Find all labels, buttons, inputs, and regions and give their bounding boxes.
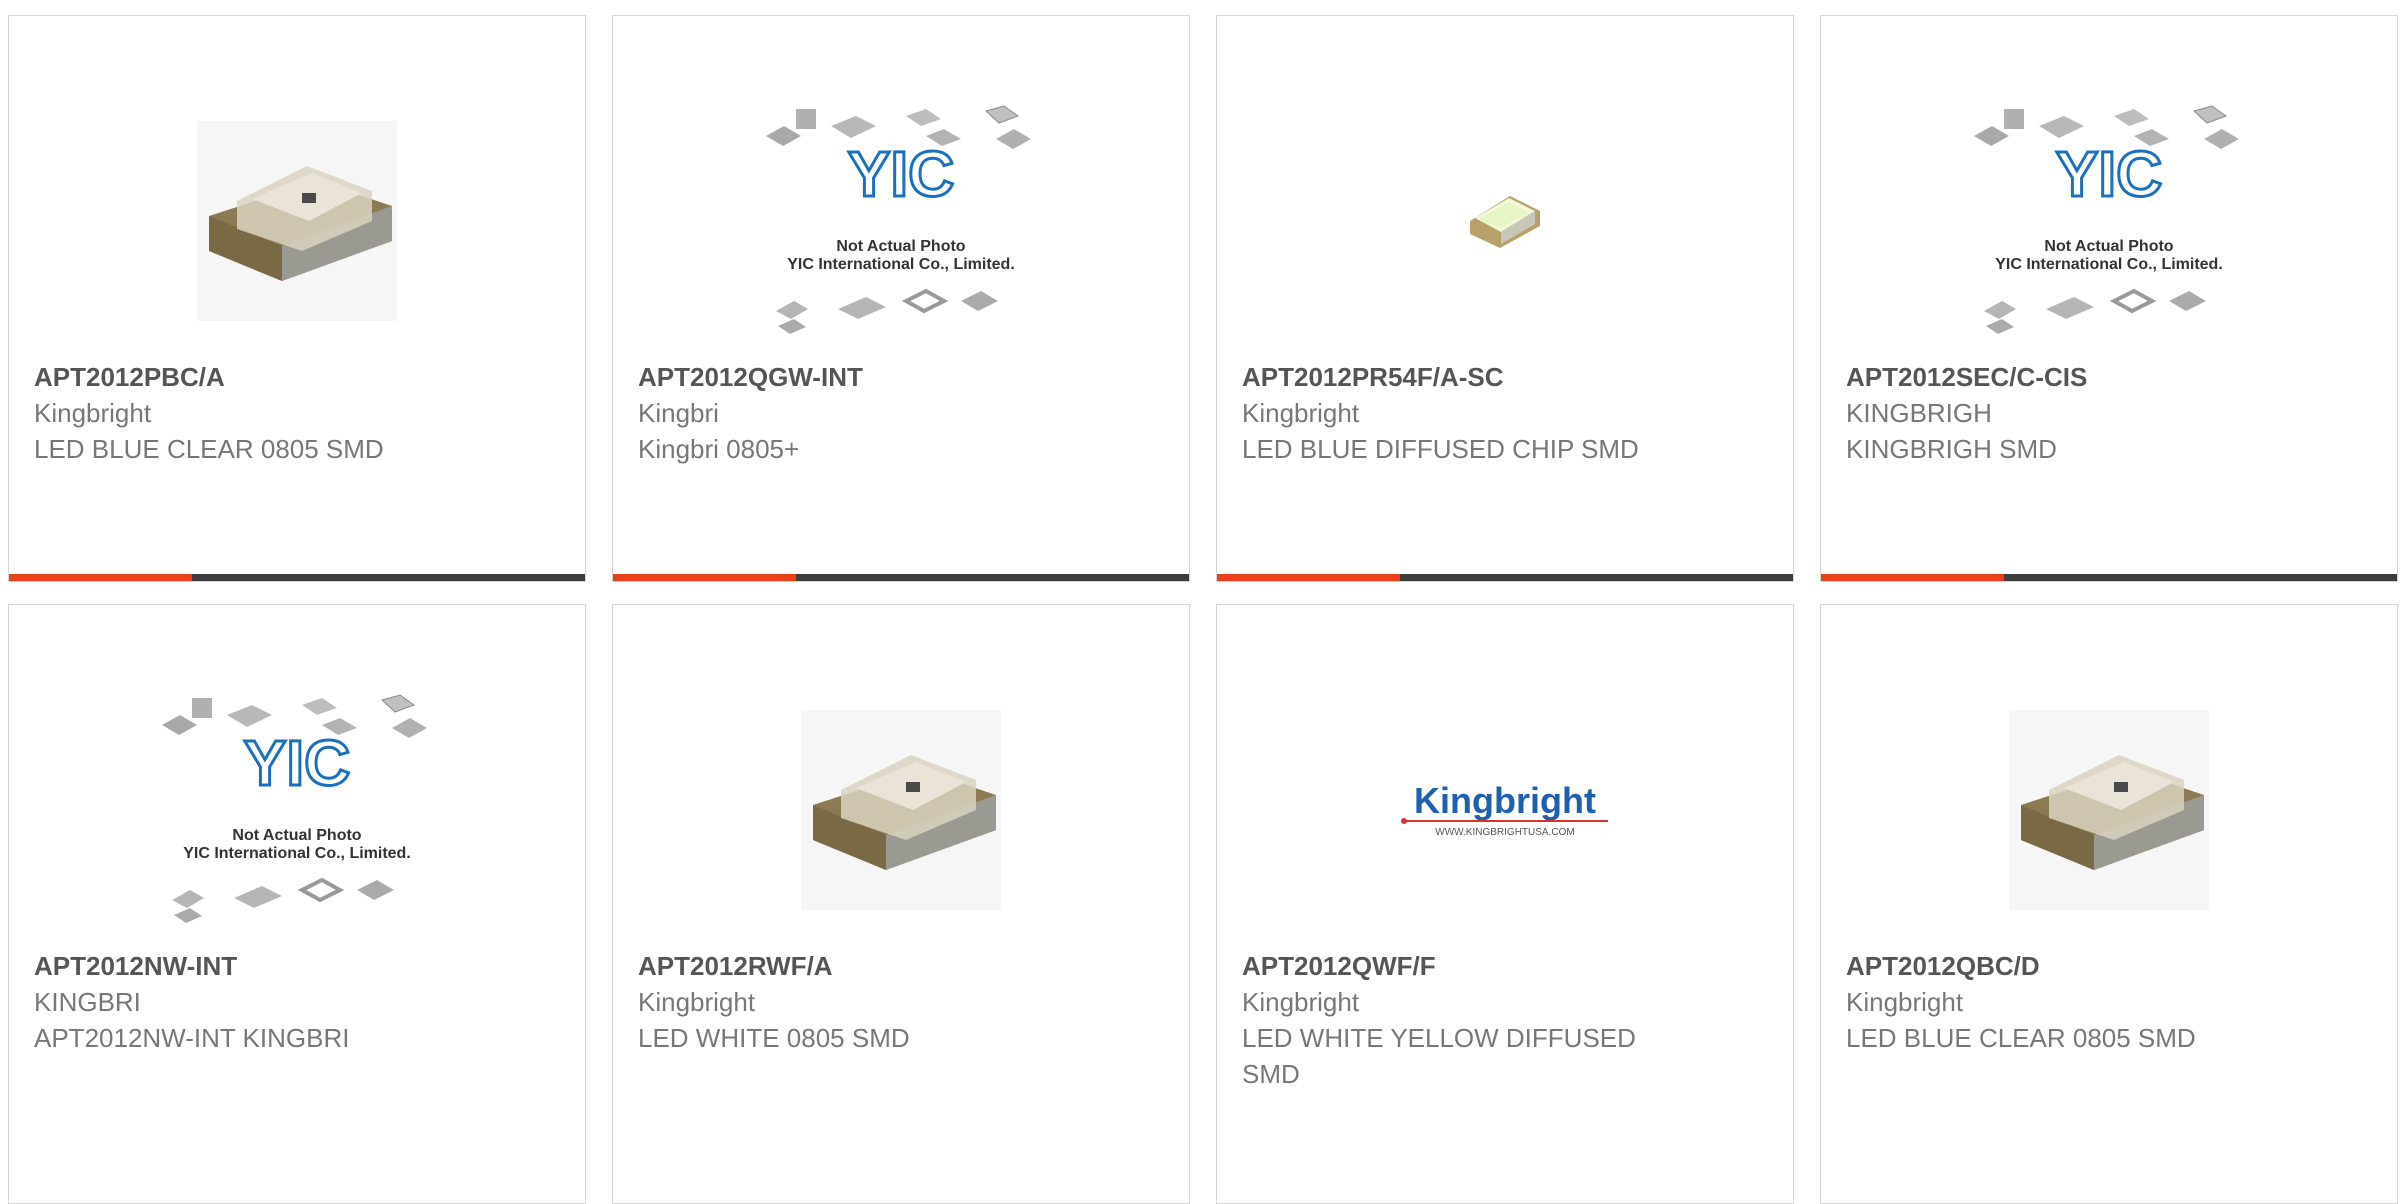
svg-text:YIC: YIC	[244, 727, 351, 799]
part-number[interactable]: APT2012QGW-INT	[638, 359, 1058, 395]
product-image	[613, 670, 1189, 950]
svg-text:YIC International Co., Limited: YIC International Co., Limited.	[183, 845, 411, 862]
yic-placeholder-image: YIC Not Actual Photo YIC International C…	[1974, 105, 2239, 334]
yic-placeholder-image: YIC Not Actual Photo YIC International C…	[162, 694, 427, 923]
description: LED BLUE DIFFUSED CHIP SMD	[1242, 434, 1639, 464]
product-grid-row-2: YIC Not Actual Photo YIC International C…	[8, 604, 2400, 1204]
led-chip-photo	[801, 710, 1001, 910]
product-image: YIC Not Actual Photo YIC International C…	[9, 670, 585, 950]
part-number[interactable]: APT2012PBC/A	[34, 359, 454, 395]
small-led-photo	[1470, 196, 1540, 248]
svg-text:Not Actual Photo: Not Actual Photo	[232, 827, 361, 844]
description: KINGBRIGH SMD	[1846, 434, 2057, 464]
led-chip-photo	[197, 121, 397, 321]
product-image: YIC Not Actual Photo YIC International C…	[613, 81, 1189, 361]
svg-text:WWW.KINGBRIGHTUSA.COM: WWW.KINGBRIGHTUSA.COM	[1435, 827, 1574, 838]
card-bottom-bar	[613, 574, 1189, 581]
card-bottom-bar	[1217, 574, 1793, 581]
product-image: YIC Not Actual Photo YIC International C…	[1821, 81, 2397, 361]
product-image	[9, 81, 585, 361]
manufacturer: Kingbright	[1242, 398, 1360, 428]
manufacturer: Kingbright	[34, 398, 152, 428]
card-bottom-bar	[1821, 574, 2397, 581]
part-number[interactable]: APT2012NW-INT	[34, 948, 454, 984]
yic-placeholder-image: YIC Not Actual Photo YIC International C…	[766, 105, 1031, 334]
product-image: Kingbright WWW.KINGBRIGHTUSA.COM	[1217, 670, 1793, 950]
product-card[interactable]: YIC Not Actual Photo YIC International C…	[1820, 15, 2398, 582]
product-card[interactable]: YIC Not Actual Photo YIC International C…	[8, 604, 586, 1204]
kingbright-logo: Kingbright WWW.KINGBRIGHTUSA.COM	[1401, 780, 1608, 838]
product-card[interactable]: APT2012PBC/A Kingbright LED BLUE CLEAR 0…	[8, 15, 586, 582]
manufacturer: KINGBRIGH	[1846, 398, 1992, 428]
svg-text:YIC International Co., Limited: YIC International Co., Limited.	[787, 256, 1015, 273]
product-grid: APT2012PBC/A Kingbright LED BLUE CLEAR 0…	[8, 15, 2400, 582]
product-card[interactable]: APT2012RWF/A Kingbright LED WHITE 0805 S…	[612, 604, 1190, 1204]
svg-text:YIC: YIC	[848, 138, 955, 210]
product-image	[1217, 81, 1793, 361]
product-card[interactable]: APT2012PR54F/A-SC Kingbright LED BLUE DI…	[1216, 15, 1794, 582]
card-bottom-bar	[9, 574, 585, 581]
svg-text:Kingbright: Kingbright	[1414, 780, 1596, 821]
manufacturer: Kingbright	[1846, 987, 1964, 1017]
part-number[interactable]: APT2012QBC/D	[1846, 948, 2266, 984]
product-image	[1821, 670, 2397, 950]
manufacturer: Kingbright	[638, 987, 756, 1017]
svg-text:Not Actual Photo: Not Actual Photo	[2044, 238, 2173, 255]
description: LED WHITE YELLOW DIFFUSED SMD	[1242, 1023, 1636, 1089]
part-number[interactable]: APT2012RWF/A	[638, 948, 1058, 984]
manufacturer: Kingbri	[638, 398, 719, 428]
description: LED WHITE 0805 SMD	[638, 1023, 910, 1053]
manufacturer: KINGBRI	[34, 987, 141, 1017]
part-number[interactable]: APT2012SEC/C-CIS	[1846, 359, 2266, 395]
description: APT2012NW-INT KINGBRI	[34, 1023, 350, 1053]
product-card[interactable]: YIC Not Actual Photo YIC International C…	[612, 15, 1190, 582]
svg-text:YIC: YIC	[2056, 138, 2163, 210]
part-number[interactable]: APT2012PR54F/A-SC	[1242, 359, 1662, 395]
manufacturer: Kingbright	[1242, 987, 1360, 1017]
part-number[interactable]: APT2012QWF/F	[1242, 948, 1662, 984]
svg-text:Not Actual Photo: Not Actual Photo	[836, 238, 965, 255]
svg-text:YIC International Co., Limited: YIC International Co., Limited.	[1995, 256, 2223, 273]
description: Kingbri 0805+	[638, 434, 800, 464]
description: LED BLUE CLEAR 0805 SMD	[34, 434, 384, 464]
led-chip-photo	[2009, 710, 2209, 910]
description: LED BLUE CLEAR 0805 SMD	[1846, 1023, 2196, 1053]
product-card[interactable]: APT2012QBC/D Kingbright LED BLUE CLEAR 0…	[1820, 604, 2398, 1204]
product-card[interactable]: Kingbright WWW.KINGBRIGHTUSA.COM APT2012…	[1216, 604, 1794, 1204]
